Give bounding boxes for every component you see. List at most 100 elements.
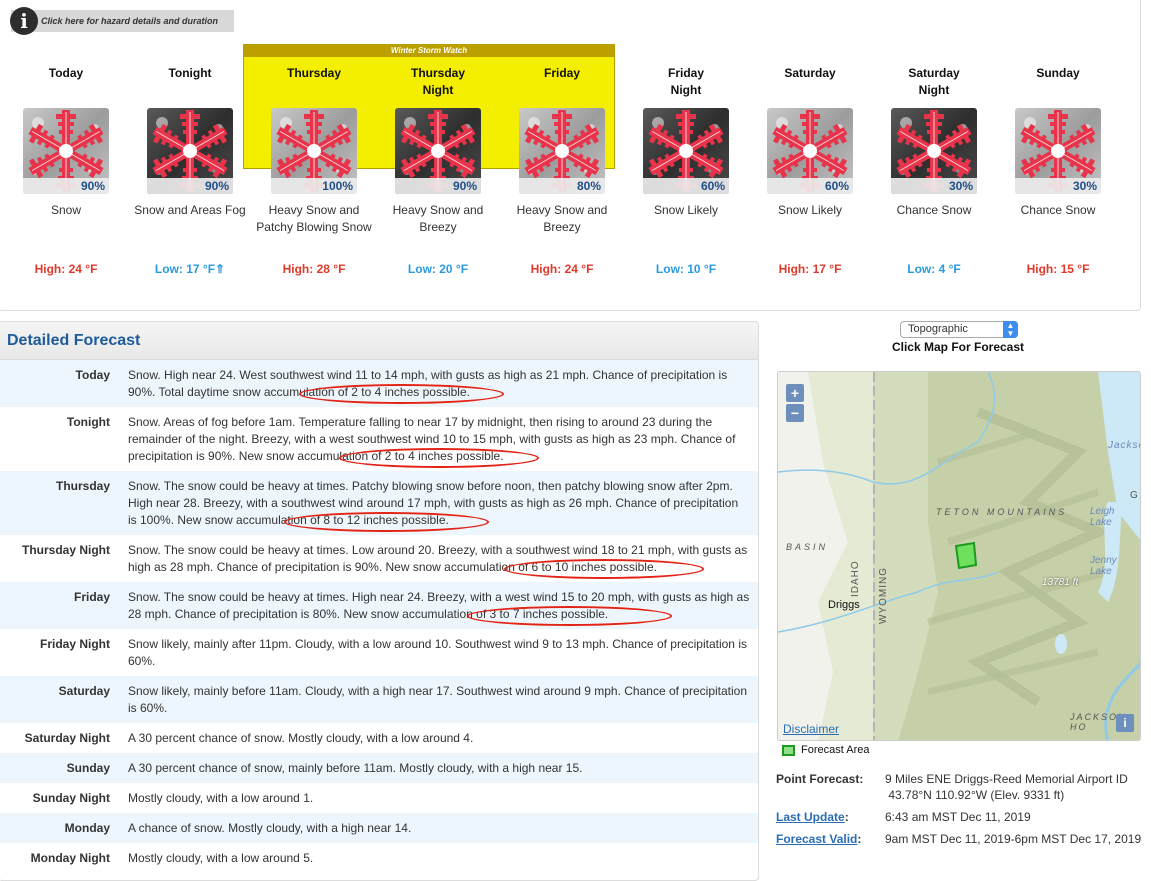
detailed-forecast-row: Sunday Night Mostly cloudy, with a low a… xyxy=(0,783,758,813)
snow-icon[interactable]: 60% xyxy=(643,108,729,194)
period-temp: High: 24 °F xyxy=(530,262,594,276)
period-temp: Low: 10 °F xyxy=(655,262,717,276)
detailed-forecast-row: Friday Night Snow likely, mainly after 1… xyxy=(0,629,758,676)
map-label-idaho: IDAHO xyxy=(850,560,861,597)
point-info-table: Point Forecast: 9 Miles ENE Driggs-Reed … xyxy=(776,771,1145,853)
winter-storm-watch-label: Winter Storm Watch xyxy=(244,45,614,57)
forecast-periods: Today 90% Snow High: 24 °F Tonight 90% S… xyxy=(4,65,1128,276)
period-temp: High: 17 °F xyxy=(778,262,842,276)
forecast-period[interactable]: Thursday Night 90% Heavy Snow and Breezy… xyxy=(376,65,500,276)
map-label-wyoming: WYOMING xyxy=(878,567,889,624)
row-period-label: Tonight xyxy=(66,415,110,429)
period-short-desc: Heavy Snow and Breezy xyxy=(392,203,484,234)
period-short-desc: Chance Snow xyxy=(896,203,972,217)
period-name: Friday xyxy=(543,66,580,80)
period-temp: High: 28 °F xyxy=(282,262,346,276)
period-short-desc: Snow and Areas Fog xyxy=(134,203,246,217)
period-temp: High: 15 °F xyxy=(1026,262,1090,276)
detailed-forecast-row: Thursday Snow. The snow could be heavy a… xyxy=(0,471,758,535)
map-label-leigh-lake: Leigh Lake xyxy=(1090,506,1115,528)
precip-chance: 30% xyxy=(948,179,973,193)
map-info-button[interactable]: i xyxy=(1116,714,1134,732)
detailed-forecast-row: Thursday Night Snow. The snow could be h… xyxy=(0,535,758,582)
disclaimer-link[interactable]: Disclaimer xyxy=(783,722,839,736)
forecast-period[interactable]: Today 90% Snow High: 24 °F xyxy=(4,65,128,276)
snow-icon[interactable]: 30% xyxy=(1015,108,1101,194)
forecast-map[interactable]: + − Jackso G TETON MOUNTAINS Leigh Lake … xyxy=(777,371,1141,741)
forecast-period[interactable]: Saturday Night 30% Chance Snow Low: 4 °F xyxy=(872,65,996,276)
detailed-forecast-row: Tonight Snow. Areas of fog before 1am. T… xyxy=(0,407,758,471)
period-short-desc: Heavy Snow and Patchy Blowing Snow xyxy=(256,203,372,234)
point-forecast-location: 9 Miles ENE Driggs-Reed Memorial Airport… xyxy=(885,772,1128,786)
detailed-forecast-row: Saturday Night A 30 percent chance of sn… xyxy=(0,723,758,753)
detailed-forecast-row: Today Snow. High near 24. West southwest… xyxy=(0,360,758,407)
row-forecast-text: Snow. Areas of fog before 1am. Temperatu… xyxy=(128,415,736,463)
row-forecast-text: Snow. The snow could be heavy at times. … xyxy=(128,479,739,527)
precip-chance: 90% xyxy=(204,179,229,193)
point-forecast-row: Point Forecast: 9 Miles ENE Driggs-Reed … xyxy=(776,771,1145,803)
forecast-period[interactable]: Sunday 30% Chance Snow High: 15 °F xyxy=(996,65,1120,276)
map-label-g: G xyxy=(1130,490,1139,501)
row-period-label: Sunday xyxy=(66,761,110,775)
forecast-period[interactable]: Friday 80% Heavy Snow and Breezy High: 2… xyxy=(500,65,624,276)
snow-icon[interactable]: 90% xyxy=(23,108,109,194)
detailed-forecast-rows: Today Snow. High near 24. West southwest… xyxy=(0,360,758,873)
detailed-forecast-row: Monday A chance of snow. Mostly cloudy, … xyxy=(0,813,758,843)
detailed-forecast-row: Sunday A 30 percent chance of snow, main… xyxy=(0,753,758,783)
precip-chance: 60% xyxy=(824,179,849,193)
row-period-label: Friday xyxy=(73,590,110,604)
row-period-label: Saturday Night xyxy=(24,731,110,745)
period-temp: Low: 4 °F xyxy=(907,262,961,276)
snow-icon[interactable]: 90% xyxy=(147,108,233,194)
detailed-forecast-title: Detailed Forecast xyxy=(0,322,758,360)
forecast-period[interactable]: Tonight 90% Snow and Areas Fog Low: 17 °… xyxy=(128,65,252,276)
row-period-label: Sunday Night xyxy=(32,791,110,805)
period-short-desc: Snow xyxy=(50,203,82,217)
map-layer-select[interactable]: Topographic ▲ ▼ xyxy=(900,321,1018,338)
forecast-summary-panel: i Click here for hazard details and dura… xyxy=(0,0,1141,311)
hazard-details-link[interactable]: i Click here for hazard details and dura… xyxy=(10,7,234,35)
forecast-period[interactable]: Saturday 60% Snow Likely High: 17 °F xyxy=(748,65,872,276)
row-forecast-text: Snow. The snow could be heavy at times. … xyxy=(128,590,750,621)
forecast-area-swatch xyxy=(782,744,795,756)
forecast-valid-link[interactable]: Forecast Valid xyxy=(776,832,857,846)
period-short-desc: Snow Likely xyxy=(777,203,843,217)
legend-label: Forecast Area xyxy=(801,744,870,756)
last-update-link[interactable]: Last Update xyxy=(776,810,845,824)
period-temp: Low: 17 °F⇑ xyxy=(154,262,226,276)
zoom-out-button[interactable]: − xyxy=(786,404,804,422)
point-forecast-label: Point Forecast: xyxy=(776,772,864,786)
map-label-jackson: Jackso xyxy=(1108,440,1140,451)
forecast-valid-value: 9am MST Dec 11, 2019-6pm MST Dec 17, 201… xyxy=(885,832,1142,846)
period-name: Thursday xyxy=(286,66,341,80)
map-caption: Click Map For Forecast xyxy=(891,340,1025,354)
row-period-label: Thursday xyxy=(55,479,110,493)
forecast-valid-row: Forecast Valid: 9am MST Dec 11, 2019-6pm… xyxy=(776,831,1145,847)
precip-chance: 100% xyxy=(322,179,353,193)
row-period-label: Thursday Night xyxy=(21,543,110,557)
row-period-label: Monday Night xyxy=(30,851,110,865)
period-name: Saturday Night xyxy=(908,66,960,97)
snow-icon[interactable]: 60% xyxy=(767,108,853,194)
hazard-details-text: Click here for hazard details and durati… xyxy=(41,16,219,26)
info-icon: i xyxy=(10,7,38,35)
snow-icon[interactable]: 30% xyxy=(891,108,977,194)
zoom-in-button[interactable]: + xyxy=(786,384,804,402)
precip-chance: 60% xyxy=(700,179,725,193)
map-panel: Topographic ▲ ▼ Click Map For Forecast + … xyxy=(762,321,1151,867)
snow-icon[interactable]: 80% xyxy=(519,108,605,194)
map-terrain xyxy=(778,372,1140,740)
row-forecast-text: A 30 percent chance of snow. Mostly clou… xyxy=(128,731,474,745)
row-period-label: Saturday xyxy=(58,684,110,698)
snow-icon[interactable]: 100% xyxy=(271,108,357,194)
precip-chance: 80% xyxy=(576,179,601,193)
row-period-label: Today xyxy=(75,368,110,382)
snow-icon[interactable]: 90% xyxy=(395,108,481,194)
row-forecast-text: Snow likely, mainly before 11am. Cloudy,… xyxy=(128,684,748,715)
forecast-period[interactable]: Friday Night 60% Snow Likely Low: 10 °F xyxy=(624,65,748,276)
row-forecast-text: Snow. High near 24. West southwest wind … xyxy=(128,368,728,399)
point-forecast-coords: 43.78°N 110.92°W (Elev. 9331 ft) xyxy=(885,788,1065,802)
period-name: Friday Night xyxy=(667,66,704,97)
row-forecast-text: Snow likely, mainly after 11pm. Cloudy, … xyxy=(128,637,747,668)
forecast-period[interactable]: Thursday 100% Heavy Snow and Patchy Blow… xyxy=(252,65,376,276)
